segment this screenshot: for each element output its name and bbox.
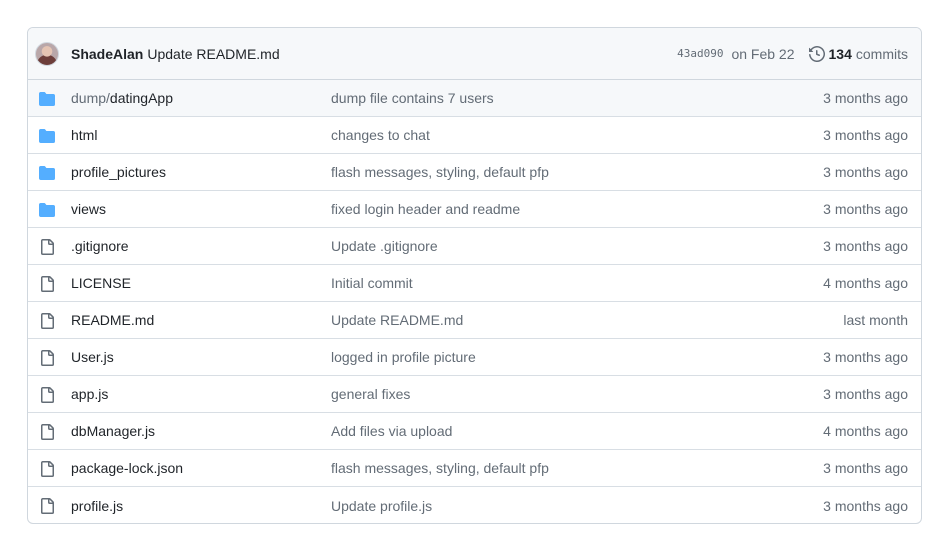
file-icon bbox=[41, 461, 54, 477]
last-commit-time: 3 months ago bbox=[823, 164, 908, 180]
file-icon bbox=[41, 498, 54, 514]
file-name-link[interactable]: dbManager.js bbox=[71, 423, 155, 439]
folder-icon bbox=[39, 129, 55, 143]
last-commit-time: last month bbox=[843, 312, 908, 328]
folder-name-link[interactable]: html bbox=[71, 127, 97, 143]
folder-name-link[interactable]: dump/datingApp bbox=[71, 90, 173, 106]
file-row[interactable]: profile.js Update profile.js 3 months ago bbox=[28, 487, 921, 523]
last-commit-message-link[interactable]: Update profile.js bbox=[331, 498, 432, 514]
commits-label: commits bbox=[855, 45, 908, 62]
file-row[interactable]: dump/datingApp dump file contains 7 users… bbox=[28, 80, 921, 117]
file-row[interactable]: dbManager.js Add files via upload 4 months… bbox=[28, 413, 921, 450]
entry-name: User.js bbox=[71, 349, 114, 365]
file-row[interactable]: profile_pictures flash messages, styling,… bbox=[28, 154, 921, 191]
file-icon bbox=[41, 387, 54, 403]
file-browser: ShadeAlan Update README.md 43ad090 on Fe… bbox=[27, 27, 922, 524]
file-name-link[interactable]: LICENSE bbox=[71, 275, 131, 291]
last-commit-message-link[interactable]: Initial commit bbox=[331, 275, 413, 291]
commit-date: on Feb 22 bbox=[731, 45, 795, 62]
author-avatar[interactable] bbox=[35, 41, 59, 66]
last-commit-time: 3 months ago bbox=[823, 90, 908, 106]
entry-name: README.md bbox=[71, 312, 155, 328]
last-commit-time: 3 months ago bbox=[823, 386, 908, 402]
entry-name: dbManager.js bbox=[71, 423, 156, 439]
folder-name-link[interactable]: views bbox=[71, 201, 106, 217]
last-commit-time: 3 months ago bbox=[823, 497, 908, 514]
file-icon bbox=[41, 276, 54, 292]
file-row[interactable]: User.js logged in profile picture 3 months… bbox=[28, 339, 921, 376]
last-commit-message-link[interactable]: Add files via upload bbox=[331, 423, 452, 439]
file-row[interactable]: package-lock.json flash messages, styling… bbox=[28, 450, 921, 487]
last-commit-message-link[interactable]: Update README.md bbox=[331, 312, 463, 328]
file-icon bbox=[41, 424, 54, 440]
entry-name: html bbox=[71, 127, 98, 143]
commit-message-link[interactable]: Update README.md bbox=[147, 46, 279, 62]
file-row[interactable]: LICENSE Initial commit 4 months ago bbox=[28, 265, 921, 302]
path-prefix: dump/ bbox=[71, 90, 110, 106]
folder-icon bbox=[39, 203, 55, 217]
entry-name: app.js bbox=[71, 386, 109, 402]
last-commit-message-link[interactable]: flash messages, styling, default pfp bbox=[331, 460, 549, 476]
file-icon bbox=[41, 239, 54, 255]
file-list: dump/datingApp dump file contains 7 users… bbox=[28, 80, 921, 523]
last-commit-message-link[interactable]: logged in profile picture bbox=[331, 349, 476, 365]
entry-name: profile.js bbox=[71, 497, 124, 514]
last-commit-message-link[interactable]: fixed login header and readme bbox=[331, 201, 520, 217]
last-commit-message-link[interactable]: Update .gitignore bbox=[331, 238, 438, 254]
last-commit-time: 3 months ago bbox=[823, 349, 908, 365]
entry-name: profile_pictures bbox=[71, 164, 166, 180]
file-row[interactable]: app.js general fixes 3 months ago bbox=[28, 376, 921, 413]
last-commit-time: 3 months ago bbox=[823, 201, 908, 217]
entry-name: package-lock.json bbox=[71, 460, 184, 476]
last-commit-message-link[interactable]: dump file contains 7 users bbox=[331, 90, 494, 106]
file-row[interactable]: .gitignore Update .gitignore 3 months ago bbox=[28, 228, 921, 265]
file-icon bbox=[41, 313, 54, 329]
last-commit-message-link[interactable]: general fixes bbox=[331, 386, 410, 402]
file-name-link[interactable]: package-lock.json bbox=[71, 460, 183, 476]
entry-name: .gitignore bbox=[71, 238, 129, 254]
last-commit-time: 3 months ago bbox=[823, 127, 908, 143]
commit-sha-link[interactable]: 43ad090 bbox=[677, 47, 723, 60]
last-commit-time: 4 months ago bbox=[823, 423, 908, 439]
file-row[interactable]: README.md Update README.md last month bbox=[28, 302, 921, 339]
file-name-link[interactable]: .gitignore bbox=[71, 238, 129, 254]
file-name-link[interactable]: User.js bbox=[71, 349, 114, 365]
last-commit-time: 3 months ago bbox=[823, 238, 908, 254]
last-commit-time: 3 months ago bbox=[823, 460, 908, 476]
last-commit-time: 4 months ago bbox=[823, 275, 908, 291]
latest-commit-bar: ShadeAlan Update README.md 43ad090 on Fe… bbox=[28, 28, 921, 80]
commits-history-link[interactable]: 134 commits bbox=[808, 45, 908, 62]
file-name-link[interactable]: README.md bbox=[71, 312, 154, 328]
file-row[interactable]: views fixed login header and readme 3 mont… bbox=[28, 191, 921, 228]
history-icon bbox=[808, 45, 825, 62]
commit-count: 134 bbox=[828, 45, 852, 62]
folder-name-link[interactable]: profile_pictures bbox=[71, 164, 166, 180]
folder-icon bbox=[39, 92, 55, 106]
entry-name: datingApp bbox=[109, 90, 173, 106]
last-commit-message-link[interactable]: flash messages, styling, default pfp bbox=[331, 164, 549, 180]
file-icon bbox=[41, 350, 54, 366]
folder-icon bbox=[39, 166, 55, 180]
commit-author-link[interactable]: ShadeAlan bbox=[71, 46, 143, 62]
file-name-link[interactable]: app.js bbox=[71, 386, 108, 402]
file-name-link[interactable]: profile.js bbox=[71, 498, 123, 514]
entry-name: LICENSE bbox=[71, 275, 131, 291]
entry-name: views bbox=[71, 201, 107, 217]
last-commit-message-link[interactable]: changes to chat bbox=[331, 127, 430, 143]
file-row[interactable]: html changes to chat 3 months ago bbox=[28, 117, 921, 154]
